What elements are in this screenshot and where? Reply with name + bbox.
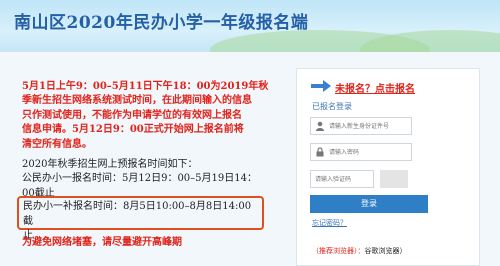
id-number-input[interactable]	[329, 118, 409, 134]
schedule-line: 2020年秋季招生网上预报名时间如下：	[22, 159, 198, 171]
forgot-password-link[interactable]: 忘记密码？	[312, 218, 347, 228]
supplement-line: 民办小一补报名时间：8月5日10:00–8月8日14:00截	[23, 201, 252, 227]
captcha-input[interactable]	[315, 171, 371, 187]
recommended-label: （推荐浏览器）：	[312, 247, 365, 255]
notice-line: 信息申请。5月12日9：00正式开始网上报名前将	[22, 124, 244, 136]
notice-line: 清空所有信息。	[22, 138, 92, 150]
id-number-field[interactable]	[310, 117, 412, 135]
user-icon	[316, 121, 324, 131]
captcha-field[interactable]	[310, 170, 374, 188]
login-form	[296, 68, 480, 266]
arrow-right-icon	[311, 80, 331, 92]
password-field[interactable]	[310, 143, 412, 161]
header-banner: 南山区2020年民办小学一年级报名端	[0, 0, 500, 52]
recommended-browser: 谷歌浏览器）	[364, 247, 407, 255]
login-button[interactable]: 登录	[310, 195, 428, 213]
register-link[interactable]: 未报名？点击报名	[335, 80, 415, 95]
peak-warning: 为避免网络堵塞，请尽量避开高峰期	[22, 237, 182, 248]
recommended-browser-note: （推荐浏览器）：谷歌浏览器）	[312, 246, 407, 256]
lock-icon	[316, 147, 324, 157]
page-title: 南山区2020年民办小学一年级报名端	[14, 13, 309, 33]
notice-line: 5月1日上午9：00–5月11日下午18：00为2019年秋	[22, 81, 269, 92]
notice-text: 5月1日上午9：00–5月11日下午18：00为2019年秋 季新生招生网络系统…	[22, 80, 272, 201]
notice-line: 季新生招生网络系统测试时间，在此期间输入的信息	[22, 95, 252, 107]
captcha-image[interactable]	[380, 170, 408, 188]
password-input[interactable]	[329, 144, 409, 160]
schedule-line: 公民办小一报名时间：5月12日9：00–5月19日14：	[22, 173, 257, 185]
notice-line: 只作测试使用，不能作为申请学位的有效网上报名	[22, 109, 242, 121]
registered-login-label: 已报名登录	[312, 102, 352, 111]
